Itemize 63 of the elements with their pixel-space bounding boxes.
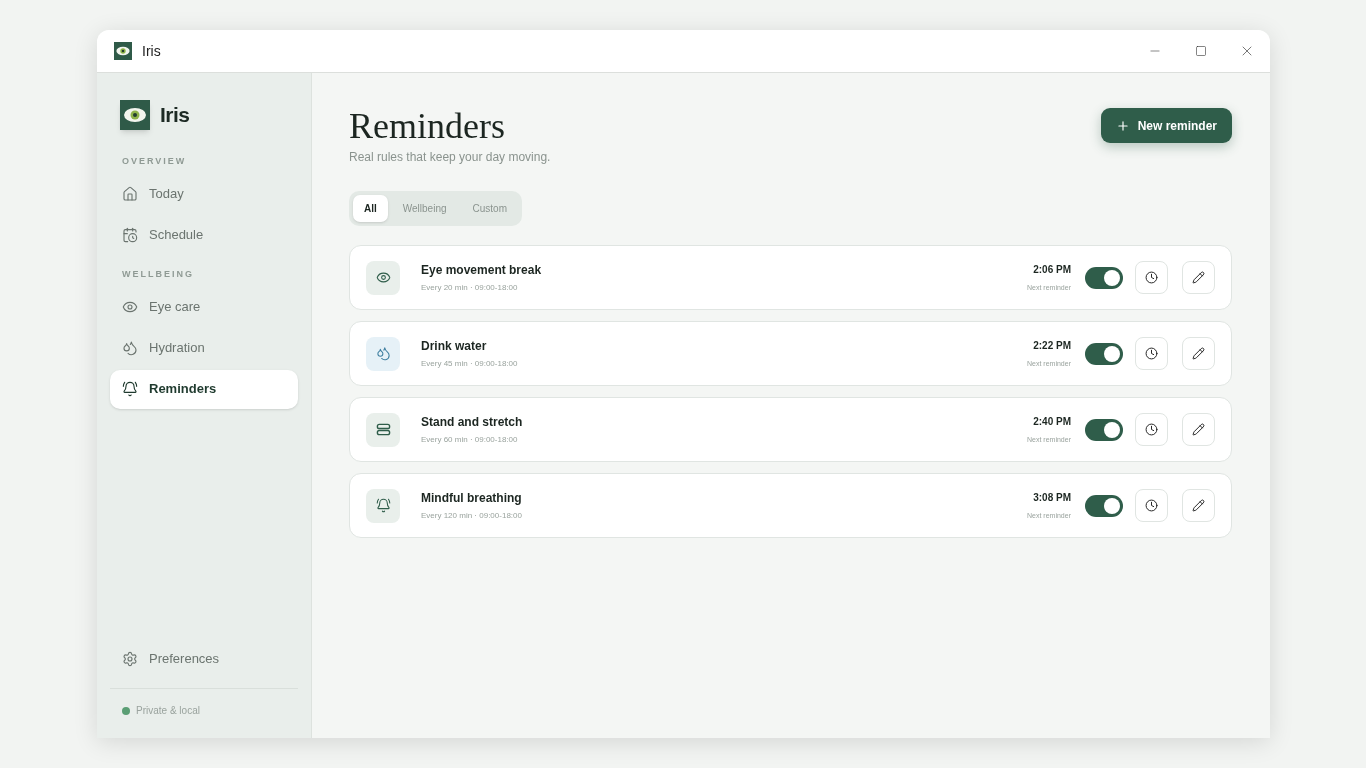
maximize-icon [1195,45,1207,57]
snooze-button[interactable] [1135,413,1168,446]
droplets-icon [375,346,391,361]
window-title: Iris [142,41,161,61]
reminder-schedule: Every 20 min · 09:00-18:00 [421,282,519,294]
filter-tab[interactable]: Custom [461,195,518,222]
section-heading: WELLBEING [121,268,195,281]
page-title: Reminders [349,106,506,146]
pencil-icon [1192,499,1205,512]
plus-icon [1115,118,1130,133]
new-reminder-button[interactable]: New reminder [1100,108,1232,143]
pencil-icon [1192,423,1205,436]
reminder-title: Mindful breathing [421,490,522,507]
clock-icon [1145,423,1158,436]
preferences-item[interactable]: Preferences [110,639,298,678]
section-heading: OVERVIEW [121,154,188,168]
snooze-button[interactable] [1135,337,1168,370]
eye-logo-icon [114,42,132,60]
brand-name: Iris [160,102,190,128]
reminder-schedule: Every 45 min · 09:00-18:00 [421,358,518,370]
next-time: 3:08 PM [1033,490,1071,505]
pencil-icon [1192,347,1205,360]
reminder-title: Eye movement break [421,262,542,279]
page-subtitle: Real rules that keep your day moving. [349,149,551,166]
toggle-switch[interactable] [1085,494,1123,517]
sidebar-item[interactable]: Today [110,174,298,213]
reminder-schedule: Every 120 min · 09:00-18:00 [421,510,522,522]
edit-button[interactable] [1182,413,1215,446]
toggle-switch[interactable] [1085,342,1123,365]
eye-icon [375,270,391,285]
sidebar-item[interactable]: Hydration [110,328,298,368]
eye-icon [122,299,138,315]
edit-button[interactable] [1182,337,1215,370]
filter-tab[interactable]: All [353,195,388,222]
snooze-button[interactable] [1135,489,1168,522]
clock-icon [1145,347,1158,360]
toggle-switch[interactable] [1085,266,1123,289]
droplets-icon [122,340,138,356]
bell-icon [375,498,391,513]
sidebar-item[interactable]: Schedule [110,215,298,254]
clock-icon [1145,499,1158,512]
edit-button[interactable] [1182,489,1215,522]
sidebar-item[interactable]: Eye care [110,287,298,327]
stacked-bars-icon [375,422,391,437]
snooze-button[interactable] [1135,261,1168,294]
toggle-switch[interactable] [1085,418,1123,441]
calendar-clock-icon [122,226,138,243]
edit-button[interactable] [1182,261,1215,294]
next-time: 2:06 PM [1033,262,1071,277]
bell-icon [122,381,138,397]
next-time: 2:40 PM [1033,414,1071,429]
reminder-schedule: Every 60 min · 09:00-18:00 [421,434,519,446]
clock-icon [1145,271,1158,284]
status-label: Private & local [136,704,200,718]
sidebar-item[interactable]: Reminders [110,369,298,409]
reminder-title: Drink water [421,338,488,355]
settings-icon [122,650,138,667]
home-icon [122,185,138,202]
filter-tab[interactable]: Wellbeing [391,195,458,222]
reminder-title: Stand and stretch [421,414,523,431]
next-time: 2:22 PM [1033,338,1071,353]
pencil-icon [1192,271,1205,284]
eye-logo-icon [120,99,150,130]
